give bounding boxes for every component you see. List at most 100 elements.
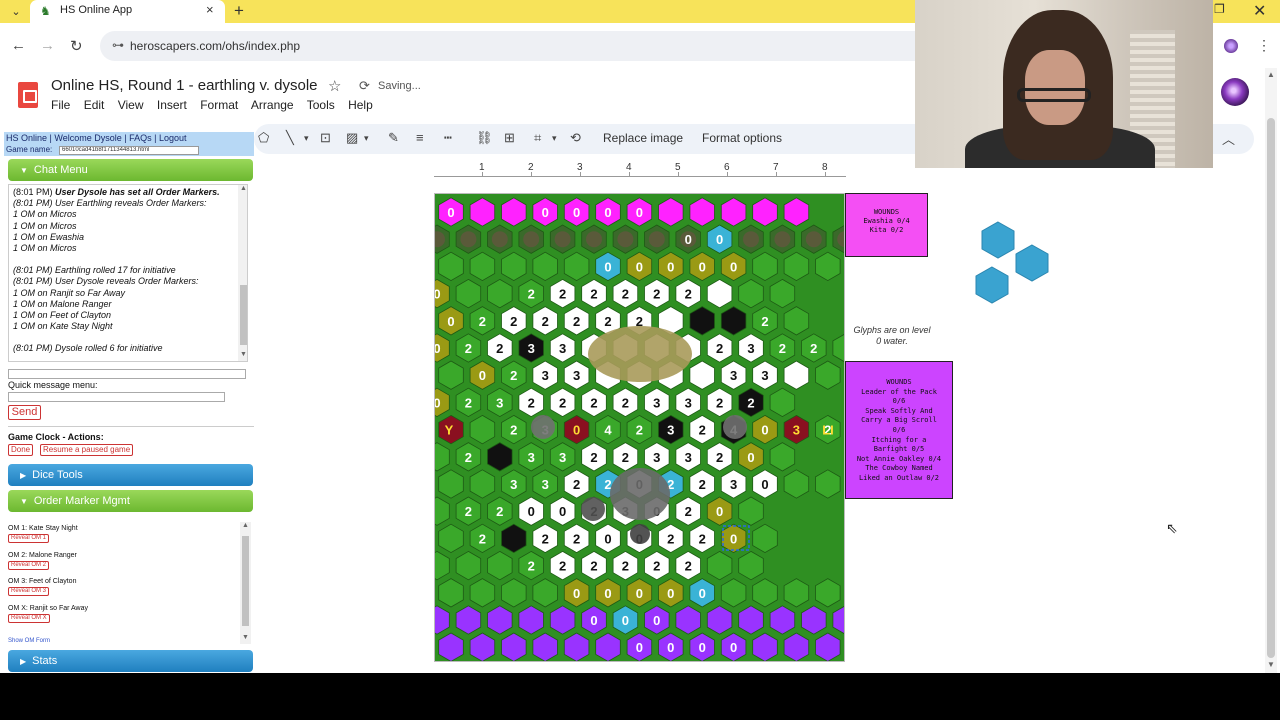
url-text: heroscapers.com/ohs/index.php: [130, 39, 301, 53]
chat-scroll-up-icon[interactable]: ▲: [240, 185, 247, 192]
card-line: Ewashia 0/4: [863, 217, 910, 225]
hs-online-panel: HS Online | Welcome Dysole | FAQs | Logo…: [4, 132, 254, 673]
chat-scroll-down-icon[interactable]: ▼: [240, 351, 247, 358]
new-tab-icon[interactable]: +: [234, 1, 244, 21]
send-button[interactable]: Send: [8, 405, 41, 420]
format-options-button[interactable]: Format options: [702, 131, 782, 145]
crop-icon[interactable]: ⌗: [534, 130, 541, 146]
close-window-icon[interactable]: ✕: [1253, 1, 1266, 21]
scroll-down-icon[interactable]: ▼: [1267, 660, 1275, 669]
om-scrollbar[interactable]: ▲ ▼: [240, 522, 251, 644]
hex-height-label: 0: [604, 586, 611, 601]
stats-header[interactable]: ▶ Stats: [8, 650, 253, 672]
rock-figure: [581, 497, 605, 521]
chat-log[interactable]: (8:01 PM) User Dysole has set all Order …: [8, 184, 248, 362]
chat-line-text: (8:01 PM) User Earthling reveals Order M…: [13, 198, 207, 209]
loose-water-hex[interactable]: [1012, 243, 1052, 283]
logout-link[interactable]: Logout: [159, 133, 187, 143]
link-icon[interactable]: ⛓: [476, 130, 493, 146]
ruler-number: 2: [528, 162, 534, 173]
rock-figure: [531, 415, 555, 439]
menu-format[interactable]: Format: [200, 98, 238, 112]
done-button[interactable]: Done: [8, 444, 34, 456]
ruler-number: 8: [822, 162, 828, 173]
collapsed-arrow-icon: ▶: [20, 471, 27, 480]
menu-help[interactable]: Help: [348, 98, 373, 112]
om-scroll-up-icon[interactable]: ▲: [242, 522, 249, 529]
comment-icon[interactable]: ⊞: [504, 130, 515, 146]
back-icon[interactable]: ←: [11, 37, 26, 54]
menu-edit[interactable]: Edit: [84, 98, 105, 112]
page-scrollbar-thumb[interactable]: [1267, 118, 1275, 658]
border-weight-icon[interactable]: ≡: [416, 130, 424, 145]
show-om-form-link[interactable]: Show OM Form: [8, 638, 50, 644]
om-label: OM 2: Malone Ranger: [8, 552, 77, 559]
slides-logo-icon[interactable]: [18, 82, 38, 108]
account-avatar[interactable]: [1221, 78, 1249, 106]
reset-image-icon[interactable]: ⟲: [570, 130, 581, 146]
border-dash-icon[interactable]: ┅: [444, 130, 452, 146]
game-map-image[interactable]: 0000000000000222222022222220223323220233…: [434, 193, 845, 662]
text-box-icon[interactable]: ⊡: [320, 130, 331, 146]
browser-tab[interactable]: ♞ HS Online App ×: [30, 0, 225, 23]
extension-icon[interactable]: [1224, 39, 1238, 53]
chat-scrollbar-thumb[interactable]: [240, 285, 247, 345]
reveal-om-button[interactable]: Reveal OM X: [8, 614, 50, 623]
line-icon[interactable]: ╲: [286, 130, 294, 146]
om-scrollbar-thumb[interactable]: [242, 536, 249, 626]
document-title[interactable]: Online HS, Round 1 - earthling v. dysole: [51, 77, 318, 94]
menu-tools[interactable]: Tools: [307, 98, 335, 112]
line-dropdown-icon[interactable]: ▾: [304, 133, 309, 144]
reveal-om-button[interactable]: Reveal OM 3: [8, 587, 50, 596]
hs-header: HS Online | Welcome Dysole | FAQs | Logo…: [4, 132, 254, 156]
chat-menu-header[interactable]: ▼ Chat Menu: [8, 159, 253, 181]
menu-view[interactable]: View: [118, 98, 144, 112]
wounds-card-earthling[interactable]: WOUNDS Leader of the Pack 0/6 Speak Soft…: [845, 361, 953, 499]
om-scroll-down-icon[interactable]: ▼: [242, 634, 249, 641]
tab-search-icon[interactable]: ⌄: [6, 3, 26, 21]
collapse-menus-icon[interactable]: ︿: [1222, 129, 1235, 148]
hex-height-label: 0: [730, 640, 737, 655]
chat-input[interactable]: [8, 369, 246, 379]
hex-height-label: 2: [542, 531, 549, 546]
forward-icon[interactable]: →: [40, 37, 55, 54]
hex-height-label: 3: [559, 450, 566, 465]
scroll-up-icon[interactable]: ▲: [1267, 70, 1275, 79]
menu-file[interactable]: File: [51, 98, 70, 112]
crop-dropdown-icon[interactable]: ▾: [552, 133, 557, 144]
shape-icon[interactable]: ⬠: [258, 130, 269, 146]
dice-tools-header[interactable]: ▶ Dice Tools: [8, 464, 253, 486]
reveal-om-button[interactable]: Reveal OM 1: [8, 534, 50, 543]
order-marker-header[interactable]: ▼ Order Marker Mgmt: [8, 490, 253, 512]
om-label: OM 1: Kate Stay Night: [8, 525, 78, 532]
site-info-icon[interactable]: ⊶: [112, 38, 124, 52]
resume-game-button[interactable]: Resume a paused game: [40, 444, 134, 456]
user-link[interactable]: Dysole: [94, 133, 122, 143]
hex-height-label: 3: [542, 368, 549, 383]
glyph-note[interactable]: Glyphs are on level 0 water.: [852, 325, 932, 347]
wounds-card-dysole[interactable]: WOUNDS Ewashia 0/4 Kita 0/2: [845, 193, 928, 257]
hex-height-label: Y: [445, 423, 454, 438]
image-icon[interactable]: ▨: [346, 130, 358, 146]
restore-window-icon[interactable]: ❐: [1214, 2, 1225, 16]
image-dropdown-icon[interactable]: ▾: [364, 133, 369, 144]
menu-insert[interactable]: Insert: [157, 98, 187, 112]
reveal-om-button[interactable]: Reveal OM 2: [8, 561, 50, 570]
chat-scrollbar[interactable]: ▲ ▼: [238, 185, 247, 361]
menu-arrange[interactable]: Arrange: [251, 98, 294, 112]
quick-message-input[interactable]: [8, 392, 225, 402]
loose-water-hex[interactable]: [972, 265, 1012, 305]
game-name-field[interactable]: 66010cad41b8f1711344813.html: [59, 146, 199, 155]
chat-line-text: 1 OM on Micros: [13, 243, 77, 254]
hs-online-link[interactable]: HS Online: [6, 133, 47, 143]
star-icon[interactable]: ☆: [328, 77, 341, 95]
replace-image-button[interactable]: Replace image: [603, 131, 683, 145]
faqs-link[interactable]: FAQs: [129, 133, 152, 143]
chat-line-text: 1 OM on Micros: [13, 209, 77, 220]
pen-icon[interactable]: ✎: [388, 130, 399, 146]
welcome-text: Welcome: [54, 133, 92, 143]
tab-close-icon[interactable]: ×: [206, 2, 214, 17]
reload-icon[interactable]: ↻: [70, 37, 83, 55]
browser-menu-icon[interactable]: ⋮: [1257, 37, 1271, 54]
hex-height-label: 3: [528, 341, 535, 356]
